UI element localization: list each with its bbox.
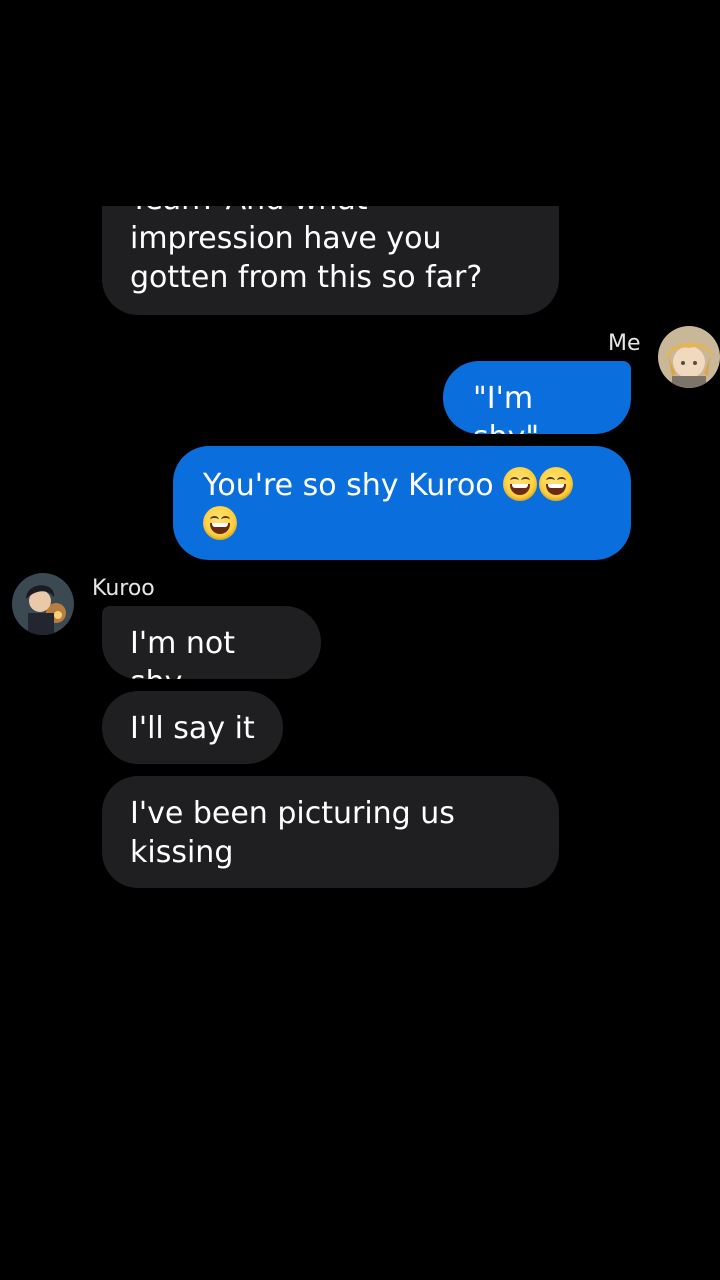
message-bubble-outgoing[interactable]: "I'm shy": [443, 361, 631, 434]
message-bubble-incoming[interactable]: Yeah? And what impression have you gotte…: [102, 206, 559, 315]
message-text: You're so shy Kuroo: [203, 468, 494, 503]
sender-label-kuroo: Kuroo: [92, 576, 155, 601]
chat-thread: Yeah? And what impression have you gotte…: [0, 0, 720, 1280]
grinning-squinting-face-icon: [503, 467, 538, 501]
message-bubble-incoming[interactable]: I'll say it: [102, 691, 283, 764]
sender-label-me: Me: [608, 331, 641, 356]
grinning-squinting-face-icon: [203, 506, 237, 540]
grinning-squinting-face-icon: [539, 467, 574, 501]
message-text: I'll say it: [130, 711, 255, 746]
self-avatar[interactable]: [658, 326, 720, 388]
contact-avatar[interactable]: [12, 573, 74, 635]
message-text: "I'm shy": [473, 381, 539, 434]
message-text: I'm not shy: [130, 626, 235, 679]
message-bubble-outgoing[interactable]: You're so shy Kuroo: [173, 446, 631, 560]
message-text: Yeah? And what impression have you gotte…: [130, 206, 483, 295]
avatar-dark-hair-character-icon: [12, 573, 74, 635]
message-text: I've been picturing us kissing: [130, 796, 465, 870]
avatar-blonde-character-icon: [658, 326, 720, 388]
message-bubble-incoming[interactable]: I'm not shy: [102, 606, 321, 679]
text-space: [494, 468, 504, 503]
message-bubble-incoming[interactable]: I've been picturing us kissing: [102, 776, 559, 888]
